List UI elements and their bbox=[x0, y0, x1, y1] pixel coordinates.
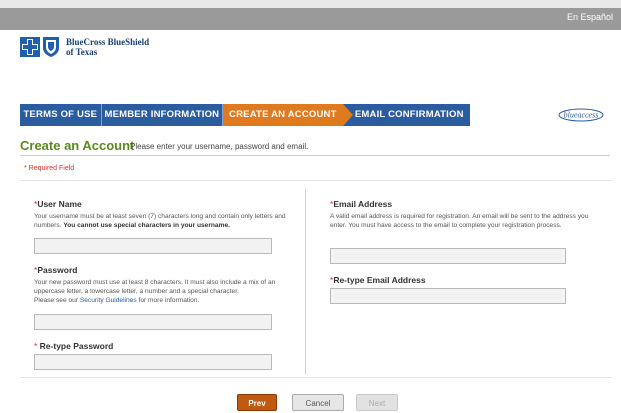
password-input[interactable] bbox=[34, 314, 272, 330]
retype-password-label: * Re-type Password bbox=[34, 341, 113, 351]
retype-password-input[interactable] bbox=[34, 354, 272, 370]
step-terms-of-use: TERMS OF USE bbox=[20, 104, 102, 126]
step-email-confirmation: EMAIL CONFIRMATION bbox=[342, 104, 470, 126]
password-help-pre-link: Please see our bbox=[34, 297, 78, 304]
prev-button[interactable]: Prev bbox=[237, 394, 277, 411]
progress-steps: TERMS OF USE MEMBER INFORMATION CREATE A… bbox=[20, 104, 470, 126]
security-guidelines-link[interactable]: Security Guidelines bbox=[80, 297, 137, 304]
bluecross-icon bbox=[20, 37, 40, 57]
password-label: *Password bbox=[34, 265, 77, 275]
email-label: *Email Address bbox=[330, 199, 392, 209]
top-utility-strip bbox=[0, 8, 621, 30]
password-help: Your new password must use at least 8 ch… bbox=[34, 278, 296, 305]
brand-line-2: of Texas bbox=[66, 47, 98, 57]
brand-logo[interactable]: BlueCross BlueShield of Texas bbox=[20, 36, 149, 58]
language-link[interactable]: En Español bbox=[567, 12, 613, 22]
column-divider bbox=[305, 189, 306, 374]
retype-email-input[interactable] bbox=[330, 288, 566, 304]
title-divider bbox=[20, 155, 610, 156]
page-subtitle: Please enter your username, password and… bbox=[130, 142, 309, 151]
password-label-text: Password bbox=[37, 265, 78, 275]
email-help: A valid email address is required for re… bbox=[330, 213, 589, 229]
username-label: *User Name bbox=[34, 199, 82, 209]
username-label-text: User Name bbox=[37, 199, 82, 209]
password-help-text: Your new password must use at least 8 ch… bbox=[34, 279, 276, 295]
password-help-post-link: for more information. bbox=[138, 297, 200, 304]
brand-name: BlueCross BlueShield of Texas bbox=[66, 37, 149, 57]
username-help-bold: You cannot use special characters in you… bbox=[63, 222, 230, 229]
retype-email-label-text: Re-type Email Address bbox=[333, 275, 426, 285]
email-input[interactable] bbox=[330, 248, 566, 264]
username-input[interactable] bbox=[34, 238, 272, 254]
brand-line-1: BlueCross BlueShield bbox=[66, 37, 150, 47]
blueaccess-logo-text: blueaccess bbox=[564, 111, 599, 120]
retype-password-label-text: Re-type Password bbox=[39, 341, 114, 351]
blueaccess-logo: blueaccess bbox=[558, 108, 604, 122]
next-button[interactable]: Next bbox=[356, 394, 398, 411]
cancel-button[interactable]: Cancel bbox=[292, 394, 344, 411]
page-title: Create an Account bbox=[20, 138, 135, 153]
username-help: Your username must be at least seven (7)… bbox=[34, 212, 296, 230]
email-label-text: Email Address bbox=[333, 199, 393, 209]
required-field-note: * Required Field bbox=[24, 165, 75, 172]
blueshield-icon bbox=[43, 37, 59, 57]
top-utility-bar: En Español bbox=[0, 0, 621, 30]
account-form: *User Name Your username must be at leas… bbox=[20, 180, 612, 378]
retype-email-label: *Re-type Email Address bbox=[330, 275, 426, 285]
step-member-information: MEMBER INFORMATION bbox=[101, 104, 224, 126]
step-create-account: CREATE AN ACCOUNT bbox=[223, 104, 354, 126]
